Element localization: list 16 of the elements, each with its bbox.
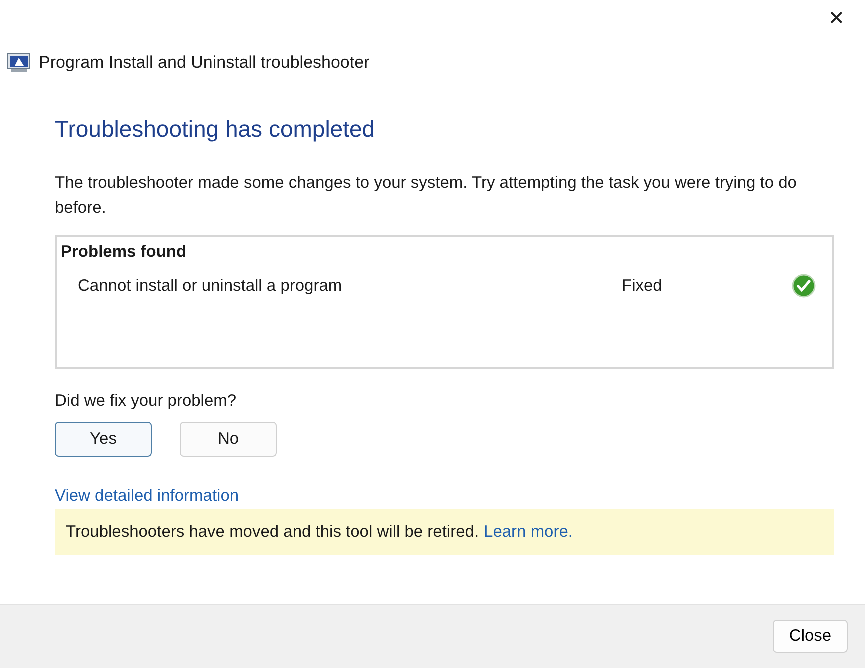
problem-name: Cannot install or uninstall a program — [78, 276, 344, 296]
problem-status: Fixed — [622, 276, 664, 296]
check-icon — [792, 274, 816, 298]
computer-icon — [7, 53, 31, 73]
feedback-question: Did we fix your problem? — [55, 392, 238, 411]
close-button[interactable]: Close — [773, 620, 848, 653]
description: The troubleshooter made some changes to your system. Try attempting the task you were trying to do before. — [55, 173, 798, 219]
answer-button[interactable]: Yes — [55, 422, 152, 457]
answer-button[interactable]: No — [180, 422, 277, 457]
window-title: Program Install and Uninstall troubleshooter — [39, 53, 370, 73]
close-button[interactable]: ✕ — [824, 6, 849, 30]
details-link[interactable]: View detailed information — [55, 487, 240, 506]
notice-text: Troubleshooters have moved and this tool will be retired. — [66, 522, 480, 542]
learn-more-link[interactable]: Learn more. — [484, 522, 573, 542]
heading: Troubleshooting has completed — [55, 116, 376, 143]
problems-title: Problems found — [61, 243, 188, 262]
